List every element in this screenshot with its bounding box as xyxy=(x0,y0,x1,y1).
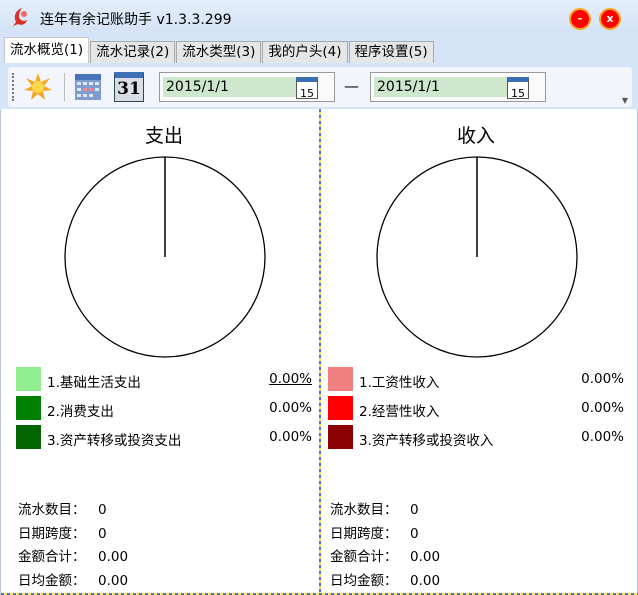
expense-title: 支出 xyxy=(144,125,183,147)
income-title: 收入 xyxy=(456,125,495,147)
legend-percent: 0.00% xyxy=(581,400,624,416)
legend-label: 3.资产转移或投资收入 xyxy=(359,433,494,449)
stat-value: 0.00 xyxy=(98,549,129,566)
toolbar-overflow-icon[interactable]: ▼ xyxy=(622,96,628,105)
stat-label: 日均金额： xyxy=(18,573,86,590)
stat-value: 0 xyxy=(98,502,107,518)
legend-swatch xyxy=(16,425,41,449)
stat-label: 金额合计： xyxy=(330,549,398,566)
legend-item: 3.资产转移或投资收入 0.00% xyxy=(328,425,624,449)
legend-item: 2.消费支出 0.00% xyxy=(16,396,312,420)
stat-label: 日均金额： xyxy=(330,573,398,590)
legend-swatch xyxy=(328,425,353,449)
stat-row: 金额合计： 0.00 xyxy=(330,545,440,565)
stat-row: 流水数目： 0 xyxy=(330,498,419,518)
stat-value: 0.00 xyxy=(410,549,441,566)
legend-swatch xyxy=(328,367,353,391)
stat-label: 金额合计： xyxy=(18,549,86,566)
legend-swatch xyxy=(16,396,41,420)
start-date-picker[interactable]: 2015/1/1 15 xyxy=(159,72,335,102)
panel-divider xyxy=(319,109,321,595)
stat-row: 日均金额： 0.00 xyxy=(330,569,440,589)
legend-swatch xyxy=(16,367,41,391)
close-button[interactable]: x xyxy=(599,8,621,30)
calendar-icon[interactable]: 15 xyxy=(296,77,318,100)
start-date-value[interactable]: 2015/1/1 xyxy=(163,77,297,97)
toolbar-grip[interactable] xyxy=(12,73,14,101)
legend-label: 2.经营性收入 xyxy=(359,404,440,420)
toolbar: 31 2015/1/1 15 — 2015/1/1 15 ▼ xyxy=(8,67,632,107)
legend-label: 3.资产转移或投资支出 xyxy=(47,433,182,449)
tab-bar: 流水概览(1) 流水记录(2) 流水类型(3) 我的户头(4) 程序设置(5) xyxy=(4,37,435,63)
tab-records[interactable]: 流水记录(2) xyxy=(90,41,176,63)
day-calendar-icon[interactable]: 31 xyxy=(114,72,144,102)
title-bar: 连年有余记账助手 v1.3.3.299 - x xyxy=(0,0,638,36)
stat-value: 0 xyxy=(410,502,419,518)
stat-label: 日期跨度： xyxy=(330,525,398,542)
calendar-icon[interactable]: 15 xyxy=(507,77,529,100)
stat-value: 0 xyxy=(410,525,419,542)
stat-row: 日期跨度： 0 xyxy=(330,522,419,542)
tab-settings[interactable]: 程序设置(5) xyxy=(348,41,434,63)
sun-icon[interactable] xyxy=(23,72,53,102)
legend-item: 1.基础生活支出 0.00% xyxy=(16,367,312,391)
window-title: 连年有余记账助手 v1.3.3.299 xyxy=(40,12,232,28)
legend-label: 1.工资性收入 xyxy=(359,375,440,391)
income-pie-chart xyxy=(376,156,578,358)
date-range-separator: — xyxy=(344,77,359,95)
stat-value: 0.00 xyxy=(98,573,129,590)
tab-overview[interactable]: 流水概览(1) xyxy=(4,37,90,63)
legend-percent: 0.00% xyxy=(269,400,312,416)
legend-label: 2.消费支出 xyxy=(47,404,114,420)
legend-percent: 0.00% xyxy=(269,371,312,387)
stat-row: 日均金额： 0.00 xyxy=(18,569,128,589)
legend-item: 3.资产转移或投资支出 0.00% xyxy=(16,425,312,449)
minimize-button[interactable]: - xyxy=(569,8,591,30)
tab-accounts[interactable]: 我的户头(4) xyxy=(262,41,348,63)
legend-percent: 0.00% xyxy=(269,429,312,445)
month-calendar-icon[interactable] xyxy=(73,72,103,102)
overview-panel: 支出 收入 1.基础生活支出 0.00% 2.消费支出 0.00% 3.资产转移或投资支… xyxy=(0,109,638,595)
toolbar-separator xyxy=(64,73,65,101)
fish-logo-icon xyxy=(13,8,27,26)
legend-item: 2.经营性收入 0.00% xyxy=(328,396,624,420)
stat-value: 0 xyxy=(98,525,107,542)
legend-percent: 0.00% xyxy=(581,429,624,445)
stat-row: 金额合计： 0.00 xyxy=(18,545,128,565)
stat-row: 流水数目： 0 xyxy=(18,498,107,518)
end-date-value[interactable]: 2015/1/1 xyxy=(374,77,508,97)
stat-value: 0.00 xyxy=(410,573,441,590)
expense-pie-chart xyxy=(64,156,266,358)
legend-item: 1.工资性收入 0.00% xyxy=(328,367,624,391)
tab-types[interactable]: 流水类型(3) xyxy=(176,41,262,63)
stat-label: 日期跨度： xyxy=(18,525,86,542)
legend-label: 1.基础生活支出 xyxy=(47,375,141,391)
stat-row: 日期跨度： 0 xyxy=(18,522,107,542)
legend-percent: 0.00% xyxy=(581,371,624,387)
stat-label: 流水数目： xyxy=(18,502,86,518)
stat-label: 流水数目： xyxy=(330,502,398,518)
legend-swatch xyxy=(328,396,353,420)
end-date-picker[interactable]: 2015/1/1 15 xyxy=(370,72,546,102)
